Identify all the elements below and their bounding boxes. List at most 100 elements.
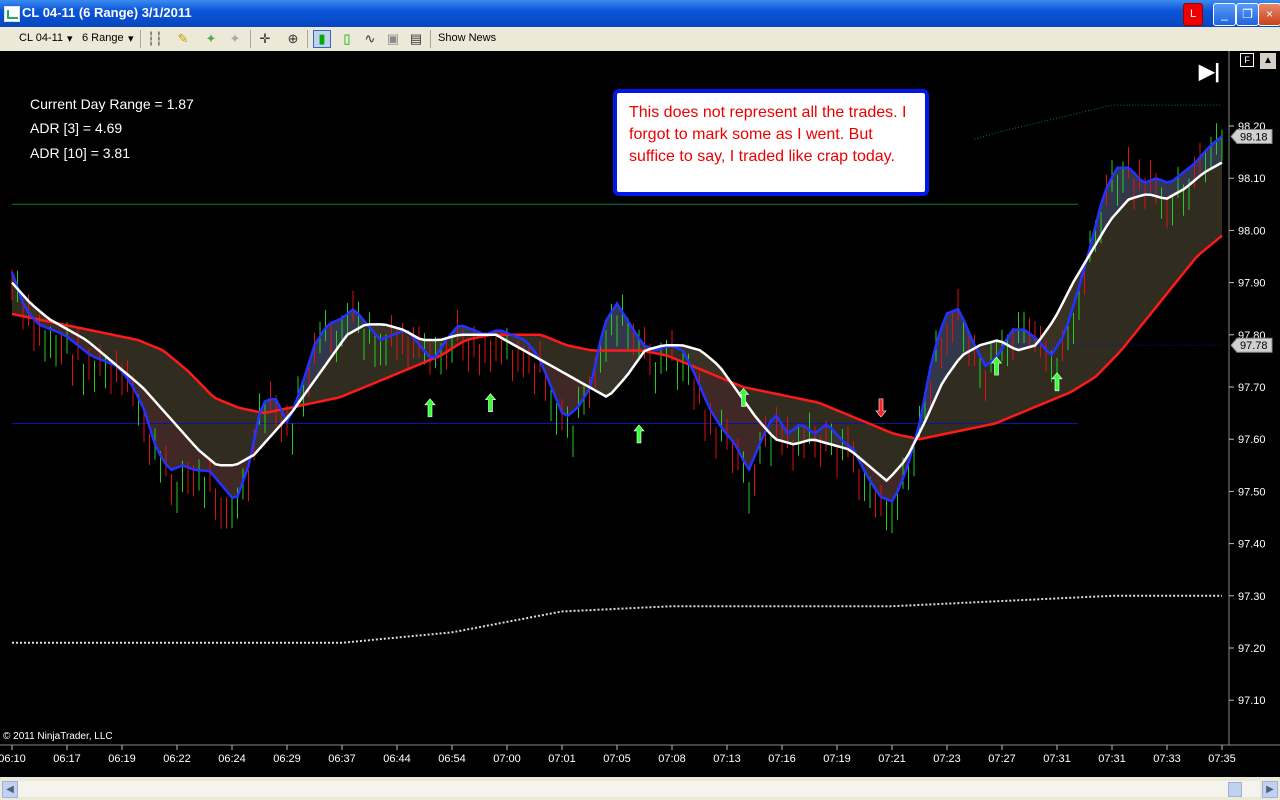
scrollbar-thumb[interactable] xyxy=(1228,782,1242,797)
properties-icon[interactable]: ▤ xyxy=(407,30,425,48)
x-tick-label: 07:31 xyxy=(1098,753,1126,765)
minimize-button[interactable]: _ xyxy=(1213,3,1236,26)
toolbar-separator xyxy=(140,30,141,48)
instrument-selector[interactable]: CL 04-11 xyxy=(19,32,63,44)
mid-slow-cloud-fill xyxy=(237,407,243,465)
mid-slow-cloud-fill xyxy=(347,331,353,395)
scrollbar-track[interactable] xyxy=(18,781,1260,797)
fast-mid-cloud-fill xyxy=(727,376,733,441)
buy-arrow-shape xyxy=(424,398,436,418)
x-tick-label: 06:54 xyxy=(438,753,466,765)
mid-slow-cloud-fill xyxy=(358,325,364,390)
y-tick-label: 97.20 xyxy=(1238,643,1266,655)
fix-scale-button[interactable]: F xyxy=(1240,53,1254,67)
mid-slow-cloud-fill xyxy=(386,324,392,379)
instrument-dropdown-icon[interactable]: ▾ xyxy=(67,32,73,45)
pencil-draw-icon[interactable]: ✎ xyxy=(174,30,192,48)
buy-arrow-icon xyxy=(424,398,436,418)
mid-slow-cloud-fill xyxy=(210,393,216,465)
mid-slow-cloud-fill xyxy=(380,324,386,381)
buy-arrow-shape xyxy=(484,393,497,412)
mid-slow-cloud-fill xyxy=(1117,205,1123,355)
price-marker-label: 97.78 xyxy=(1240,340,1268,352)
mid-slow-cloud-fill xyxy=(1018,348,1024,414)
dotted-white-line xyxy=(12,594,1222,644)
mid-slow-cloud-fill xyxy=(215,398,221,466)
upper-step-line xyxy=(974,104,1222,140)
strategies-icon[interactable]: ▣ xyxy=(384,30,402,48)
mid-slow-cloud-fill xyxy=(402,329,408,372)
mid-slow-cloud-fill xyxy=(364,324,370,388)
mid-slow-cloud-fill xyxy=(199,382,205,455)
sell-arrow-icon xyxy=(875,398,887,418)
candlestick-chart-icon[interactable]: ▯ xyxy=(338,30,356,48)
mid-slow-cloud-fill xyxy=(974,345,980,428)
mid-slow-cloud-fill xyxy=(1007,345,1013,419)
mid-slow-cloud-fill xyxy=(232,405,238,466)
link-button[interactable]: L xyxy=(1183,3,1203,26)
y-tick-label: 97.30 xyxy=(1238,591,1266,603)
mid-slow-cloud-fill xyxy=(1167,195,1173,294)
mid-slow-cloud-fill xyxy=(133,339,139,384)
mid-slow-cloud-fill xyxy=(182,366,188,439)
mid-slow-cloud-fill xyxy=(551,338,557,369)
mid-slow-cloud-fill xyxy=(556,341,562,372)
y-tick-label: 97.40 xyxy=(1238,539,1266,551)
mid-slow-cloud-fill xyxy=(859,419,865,463)
mid-slow-cloud-fill xyxy=(127,337,133,380)
x-tick-label: 07:33 xyxy=(1153,753,1181,765)
mid-slow-cloud-fill xyxy=(1013,348,1019,417)
mid-slow-cloud-fill xyxy=(1178,189,1184,280)
scroll-to-end-button[interactable]: ▶| xyxy=(1199,59,1225,83)
ohlc-chart-icon[interactable]: ▮ xyxy=(313,30,331,48)
mid-slow-cloud-fill xyxy=(562,343,568,375)
adr3-label: ADR [3] = 4.69 xyxy=(30,120,123,136)
x-tick-label: 06:44 xyxy=(383,753,411,765)
y-tick-label: 97.10 xyxy=(1238,695,1266,707)
mid-slow-cloud-fill xyxy=(1024,347,1030,412)
maximize-button[interactable]: ❐ xyxy=(1236,3,1259,26)
interval-selector[interactable]: 6 Range xyxy=(82,32,124,44)
bar-style-icon[interactable]: ┆┆ xyxy=(146,30,164,48)
show-news-button[interactable]: Show News xyxy=(438,32,496,44)
x-tick-label: 07:16 xyxy=(768,753,796,765)
mid-slow-cloud-fill xyxy=(122,336,128,375)
chart-app-icon xyxy=(4,6,20,22)
mid-slow-cloud-fill xyxy=(1029,345,1035,410)
mid-slow-cloud-fill xyxy=(963,351,969,431)
mid-slow-cloud-fill xyxy=(837,410,843,448)
mid-slow-cloud-fill xyxy=(188,371,194,445)
scroll-left-arrow-icon[interactable]: ◀ xyxy=(2,781,18,798)
x-tick-label: 06:19 xyxy=(108,753,136,765)
x-tick-label: 06:29 xyxy=(273,753,301,765)
mid-slow-cloud-fill xyxy=(573,346,579,382)
mid-slow-cloud-fill xyxy=(1112,211,1118,360)
current-day-range-label: Current Day Range = 1.87 xyxy=(30,96,194,112)
horizontal-scrollbar[interactable]: ◀ ▶ xyxy=(0,777,1280,800)
mid-slow-cloud-fill xyxy=(1090,244,1096,381)
y-tick-label: 97.70 xyxy=(1238,382,1266,394)
x-tick-label: 07:01 xyxy=(548,753,576,765)
window-title: CL 04-11 (6 Range) 3/1/2011 xyxy=(22,5,192,20)
mid-slow-cloud-fill xyxy=(870,423,876,472)
interval-dropdown-icon[interactable]: ▾ xyxy=(128,32,134,45)
mid-slow-cloud-fill xyxy=(353,328,359,392)
mid-slow-cloud-fill xyxy=(798,398,804,444)
mid-slow-cloud-fill xyxy=(787,396,793,445)
mid-slow-cloud-fill xyxy=(342,334,348,397)
remove-drawing-icon[interactable]: ✦ xyxy=(226,30,244,48)
x-tick-label: 07:27 xyxy=(988,753,1016,765)
scroll-right-arrow-icon[interactable]: ▶ xyxy=(1262,781,1278,798)
draw-tool-icon[interactable]: ✦ xyxy=(202,30,220,48)
zoom-icon[interactable]: ⊕ xyxy=(284,30,302,48)
mid-slow-cloud-fill xyxy=(864,421,870,467)
price-marker-label: 98.18 xyxy=(1240,131,1268,143)
mid-slow-cloud-fill xyxy=(1134,196,1140,335)
crosshair-icon[interactable]: ✛ xyxy=(256,30,274,48)
close-button[interactable]: × xyxy=(1258,3,1280,26)
y-tick-label: 97.90 xyxy=(1238,278,1266,290)
scroll-up-arrow-icon[interactable]: ▲ xyxy=(1260,53,1276,69)
indicators-icon[interactable]: ∿ xyxy=(361,30,379,48)
mid-slow-cloud-fill xyxy=(1194,175,1200,260)
y-tick-label: 97.50 xyxy=(1238,486,1266,498)
